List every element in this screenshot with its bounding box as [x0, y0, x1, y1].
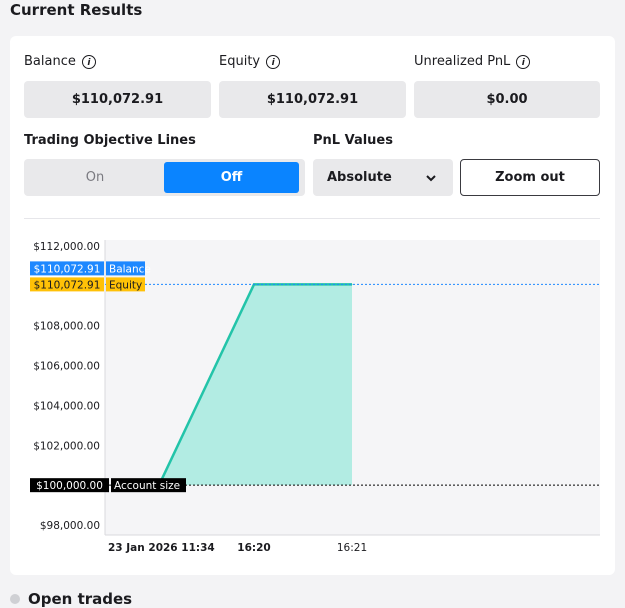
marker-name-text: Equity: [109, 279, 142, 291]
data-point: [351, 283, 353, 285]
status-dot-icon: [10, 594, 20, 604]
x-tick-label: 16:20: [237, 542, 270, 554]
y-tick-label: $98,000.00: [40, 520, 100, 532]
marker-value-text: $110,072.91: [34, 279, 101, 291]
marker-name-text: Account size: [114, 480, 180, 492]
marker-value-text: $110,072.91: [34, 263, 101, 275]
marker-name-text: Balance: [109, 263, 151, 275]
y-tick-label: $112,000.00: [33, 241, 100, 253]
y-tick-label: $106,000.00: [33, 361, 100, 373]
y-tick-label: $108,000.00: [33, 321, 100, 333]
x-tick-label: 16:21: [337, 542, 367, 554]
marker-value-text: $100,000.00: [36, 480, 103, 492]
open-trades-header[interactable]: Open trades: [10, 591, 132, 607]
y-tick-label: $104,000.00: [33, 400, 100, 412]
x-tick-label: 23 Jan 2026 11:34: [108, 542, 215, 554]
open-trades-label: Open trades: [28, 590, 133, 608]
equity-chart: $112,000.00 $108,000.00 $106,000.00 $104,00…: [30, 240, 600, 554]
y-tick-label: $102,000.00: [33, 440, 100, 452]
